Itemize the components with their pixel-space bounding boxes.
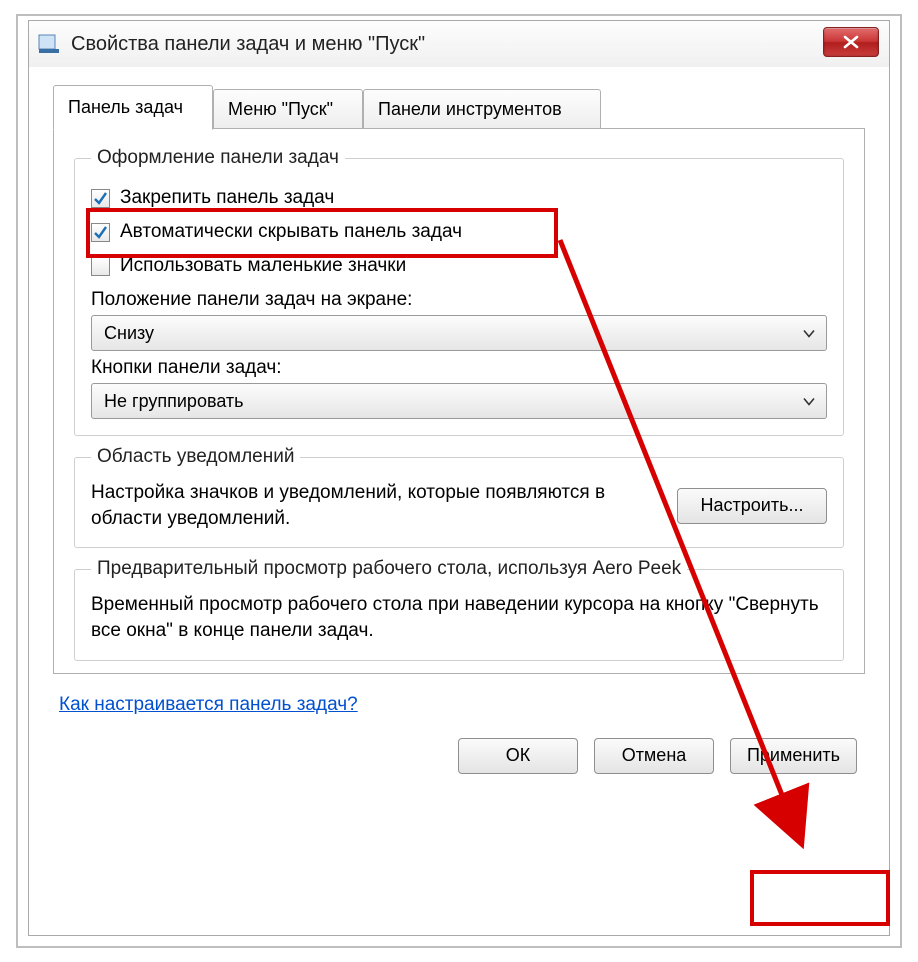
group-legend: Оформление панели задач xyxy=(91,147,345,169)
checkbox-lock[interactable] xyxy=(91,189,110,208)
app-icon xyxy=(37,32,61,56)
close-button[interactable] xyxy=(823,27,879,57)
window-title: Свойства панели задач и меню "Пуск" xyxy=(71,33,425,56)
group-aero-peek: Предварительный просмотр рабочего стола,… xyxy=(74,558,844,660)
tab-taskbar[interactable]: Панель задач xyxy=(53,85,213,130)
checkbox-label: Закрепить панель задач xyxy=(120,187,334,209)
checkbox-small-icons[interactable] xyxy=(91,257,110,276)
aero-peek-text: Временный просмотр рабочего стола при на… xyxy=(91,592,827,643)
tab-label: Меню "Пуск" xyxy=(228,99,333,120)
checkbox-label: Использовать маленькие значки xyxy=(120,255,406,277)
dialog-window: Свойства панели задач и меню "Пуск" Пане… xyxy=(28,20,890,936)
buttons-label: Кнопки панели задач: xyxy=(91,357,827,379)
button-label: Отмена xyxy=(622,745,687,766)
chevron-down-icon xyxy=(802,323,816,344)
checkbox-autohide[interactable] xyxy=(91,223,110,242)
checkmark-icon xyxy=(93,191,108,206)
position-combobox[interactable]: Снизу xyxy=(91,315,827,351)
group-legend: Область уведомлений xyxy=(91,446,300,468)
checkbox-row-autohide: Автоматически скрывать панель задач xyxy=(91,215,827,249)
group-legend: Предварительный просмотр рабочего стола,… xyxy=(91,558,687,580)
titlebar: Свойства панели задач и меню "Пуск" xyxy=(29,21,889,67)
position-label: Положение панели задач на экране: xyxy=(91,289,827,311)
checkbox-row-lock: Закрепить панель задач xyxy=(91,181,827,215)
checkmark-icon xyxy=(93,225,108,240)
tab-label: Панели инструментов xyxy=(378,99,562,120)
tab-toolbars[interactable]: Панели инструментов xyxy=(363,89,601,129)
help-link[interactable]: Как настраивается панель задач? xyxy=(59,694,358,716)
checkbox-row-small-icons: Использовать маленькие значки xyxy=(91,249,827,283)
chevron-down-icon xyxy=(802,391,816,412)
link-text: Как настраивается панель задач? xyxy=(59,694,358,715)
group-appearance: Оформление панели задач Закрепить панель… xyxy=(74,147,844,436)
notifications-text: Настройка значков и уведомлений, которые… xyxy=(91,480,665,531)
cancel-button[interactable]: Отмена xyxy=(594,738,714,774)
outer-frame: Свойства панели задач и меню "Пуск" Пане… xyxy=(16,14,902,948)
customize-button[interactable]: Настроить... xyxy=(677,488,827,524)
button-label: Настроить... xyxy=(701,495,804,516)
client-area: Панель задач Меню "Пуск" Панели инструме… xyxy=(29,67,889,935)
close-icon xyxy=(842,35,860,49)
tab-label: Панель задач xyxy=(68,97,183,118)
tab-panel-taskbar: Оформление панели задач Закрепить панель… xyxy=(53,129,865,674)
group-notifications: Область уведомлений Настройка значков и … xyxy=(74,446,844,548)
combobox-value: Не группировать xyxy=(104,391,244,412)
tab-start-menu[interactable]: Меню "Пуск" xyxy=(213,89,363,129)
apply-button[interactable]: Применить xyxy=(730,738,857,774)
tab-strip: Панель задач Меню "Пуск" Панели инструме… xyxy=(53,85,865,129)
buttons-combobox[interactable]: Не группировать xyxy=(91,383,827,419)
button-label: Применить xyxy=(747,745,840,766)
dialog-button-row: ОК Отмена Применить xyxy=(53,716,865,796)
button-label: ОК xyxy=(506,745,531,766)
combobox-value: Снизу xyxy=(104,323,154,344)
checkbox-label: Автоматически скрывать панель задач xyxy=(120,221,462,243)
ok-button[interactable]: ОК xyxy=(458,738,578,774)
